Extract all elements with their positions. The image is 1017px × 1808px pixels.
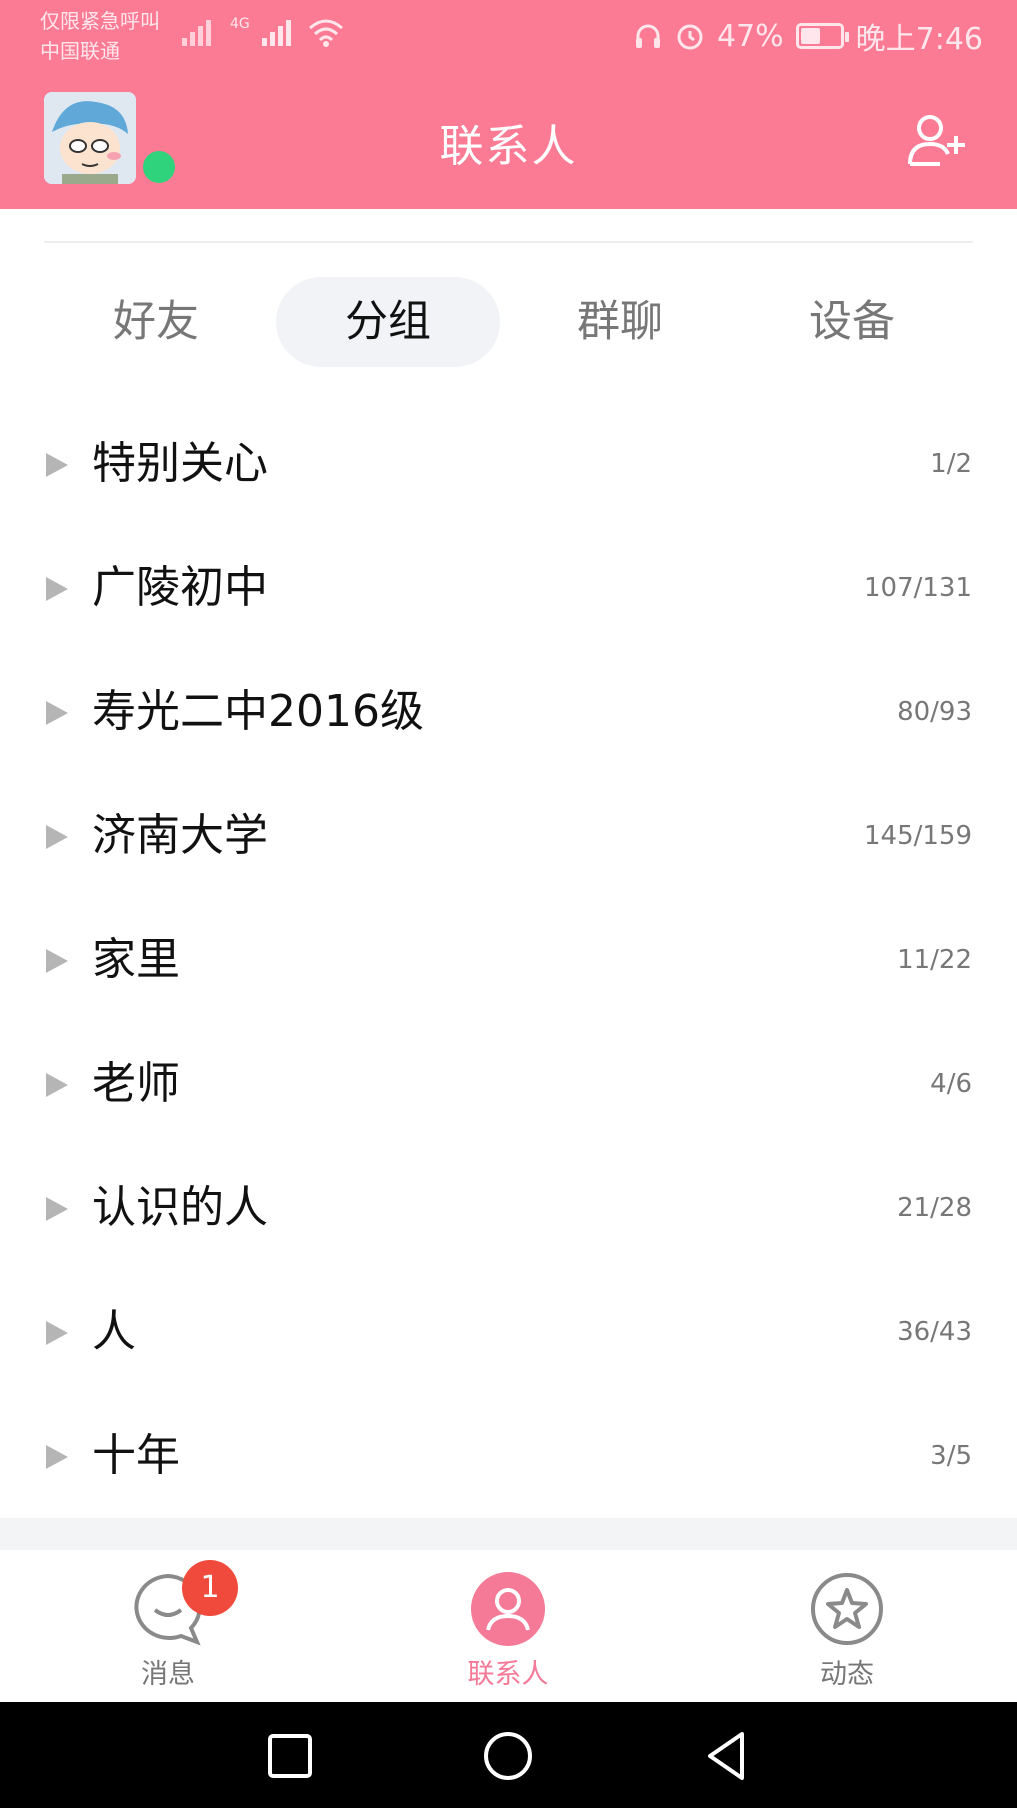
headphones-icon [635, 24, 660, 48]
alarm-icon [677, 24, 703, 50]
page-title: 联系人 [439, 121, 578, 172]
network-type-label: 4G [230, 16, 250, 32]
nav-messages[interactable]: 消息 [68, 1550, 268, 1702]
nav-moments[interactable]: 动态 [747, 1550, 947, 1702]
group-name: 特别关心 [92, 438, 268, 489]
nav-moments-label: 动态 [820, 1659, 874, 1690]
list-item[interactable]: 老师 4/6 [0, 1022, 1017, 1146]
app-header: 仅限紧急呼叫 中国联通 4G 47% 晚上7:46 联系人 [0, 0, 1017, 209]
expand-arrow-icon [46, 1073, 68, 1097]
nav-contacts-label: 联系人 [467, 1659, 549, 1690]
group-online-count: 36/43 [897, 1317, 972, 1347]
group-name: 广陵初中 [92, 562, 268, 613]
list-item[interactable]: 济南大学 145/159 [0, 774, 1017, 898]
contacts-tabs: 好友 分组 群聊 设备 [44, 277, 972, 367]
expand-arrow-icon [46, 1197, 68, 1221]
signal-strength-icon-2 [261, 20, 291, 46]
carrier-line-1: 仅限紧急呼叫 [40, 9, 160, 33]
home-icon[interactable] [480, 1728, 536, 1784]
expand-arrow-icon [46, 701, 68, 725]
group-online-count: 4/6 [930, 1069, 972, 1099]
nav-contacts[interactable]: 联系人 [408, 1550, 608, 1702]
tab-group-chats[interactable]: 群聊 [508, 277, 732, 367]
group-online-count: 21/28 [897, 1193, 972, 1223]
group-name: 老师 [92, 1058, 180, 1109]
star-icon [811, 1573, 883, 1645]
back-icon[interactable] [698, 1728, 754, 1784]
unread-badge: 1 [182, 1560, 238, 1616]
tab-devices[interactable]: 设备 [740, 277, 964, 367]
tab-groups[interactable]: 分组 [276, 277, 500, 367]
list-footer-band [0, 1518, 1017, 1550]
group-name: 人 [92, 1306, 136, 1357]
expand-arrow-icon [46, 453, 68, 477]
group-online-count: 145/159 [863, 821, 972, 851]
expand-arrow-icon [46, 825, 68, 849]
status-time: 晚上7:46 [855, 22, 983, 57]
group-online-count: 107/131 [863, 573, 972, 603]
status-indicators: 47% 晚上7:46 [633, 14, 983, 58]
list-item[interactable]: 十年 3/5 [0, 1394, 1017, 1518]
battery-icon [795, 23, 849, 49]
contacts-icon [471, 1572, 545, 1646]
expand-arrow-icon [46, 1445, 68, 1469]
nav-messages-label: 消息 [141, 1659, 195, 1690]
group-name: 济南大学 [92, 810, 268, 861]
tab-friends[interactable]: 好友 [44, 277, 268, 367]
list-item[interactable]: 特别关心 1/2 [0, 402, 1017, 526]
signal-icons: 4G [180, 16, 346, 48]
group-name: 十年 [92, 1430, 180, 1481]
group-online-count: 1/2 [930, 449, 972, 479]
add-user-icon [908, 115, 965, 166]
carrier-line-2: 中国联通 [40, 39, 120, 63]
group-name: 家里 [92, 934, 180, 985]
signal-strength-icon [182, 20, 211, 46]
system-nav-bar [0, 1702, 1017, 1808]
group-online-count: 11/22 [897, 945, 972, 975]
expand-arrow-icon [46, 949, 68, 973]
add-contact-button[interactable] [904, 106, 972, 174]
list-item[interactable]: 认识的人 21/28 [0, 1146, 1017, 1270]
recent-apps-icon[interactable] [262, 1728, 318, 1784]
group-name: 寿光二中2016级 [92, 686, 424, 737]
list-item[interactable]: 广陵初中 107/131 [0, 526, 1017, 650]
list-item[interactable]: 家里 11/22 [0, 898, 1017, 1022]
list-item[interactable]: 寿光二中2016级 80/93 [0, 650, 1017, 774]
group-name: 认识的人 [92, 1182, 268, 1233]
bottom-nav: 消息 联系人 动态 [0, 1550, 1017, 1702]
tabs-divider [44, 241, 973, 243]
group-online-count: 80/93 [897, 697, 972, 727]
expand-arrow-icon [46, 1321, 68, 1345]
wifi-icon [308, 19, 343, 47]
battery-percent: 47% [716, 18, 784, 54]
expand-arrow-icon [46, 577, 68, 601]
group-online-count: 3/5 [930, 1441, 972, 1471]
list-item[interactable]: 人 36/43 [0, 1270, 1017, 1394]
status-carrier: 仅限紧急呼叫 中国联通 [40, 6, 160, 66]
